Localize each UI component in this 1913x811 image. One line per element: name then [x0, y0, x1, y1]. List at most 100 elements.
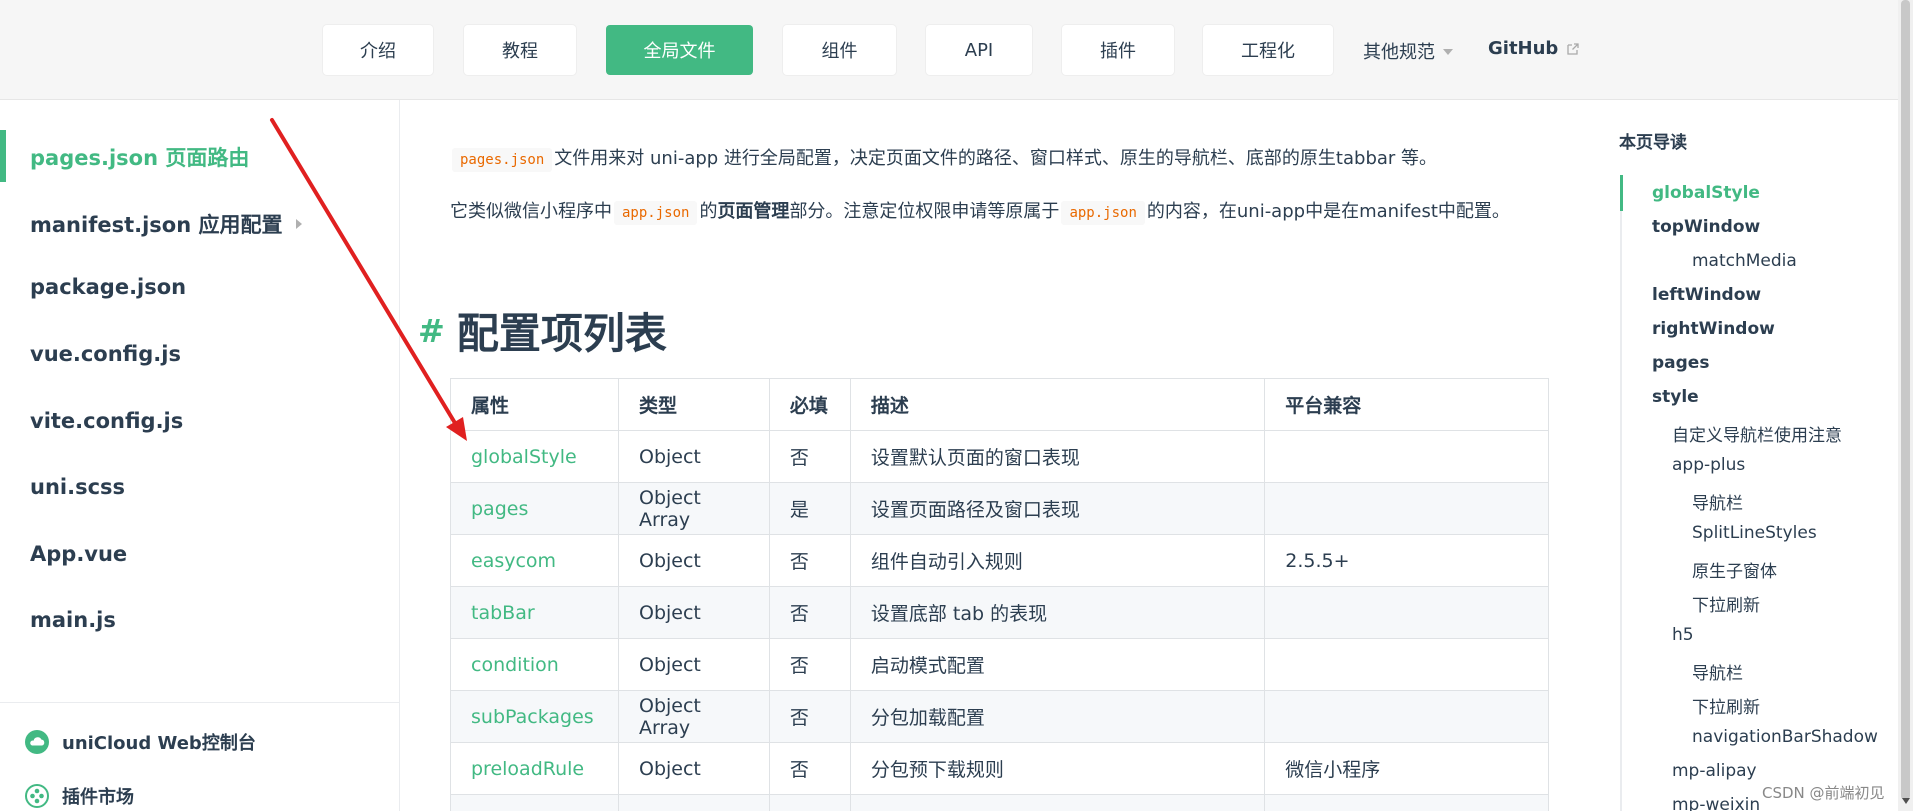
sidebar-item-label: package.json: [30, 275, 187, 299]
intro-paragraph-2: 它类似微信小程序中 app.json 的页面管理部分。注意定位权限申请等原属于 app…: [450, 195, 1575, 230]
table-cell: 微信小程序: [1264, 742, 1549, 795]
nav-item-intro[interactable]: 介绍: [323, 25, 433, 75]
toc-item-app-plus-navbar[interactable]: 导航栏: [1692, 489, 1743, 514]
sidebar-item-manifest-json[interactable]: manifest.json 应用配置: [30, 209, 303, 239]
sidebar-link-plugin-market[interactable]: 插件市场: [24, 783, 134, 809]
table-cell: 分包预下载规则: [849, 742, 1266, 795]
table-row: condition Object 否 启动模式配置: [450, 638, 1549, 691]
sidebar-item-pages-json[interactable]: pages.json 页面路由: [30, 142, 249, 172]
left-sidebar: pages.json 页面路由 manifest.json 应用配置 packa…: [0, 100, 400, 811]
sidebar-item-app-vue[interactable]: App.vue: [30, 542, 127, 566]
sidebar-item-uni-scss[interactable]: uni.scss: [30, 475, 125, 499]
sidebar-item-vite-config[interactable]: vite.config.js: [30, 409, 183, 433]
toc-item-pages[interactable]: pages: [1652, 353, 1709, 373]
toc-item-topwindow[interactable]: topWindow: [1652, 217, 1760, 237]
sidebar-item-label: vue.config.js: [30, 342, 181, 366]
table-cell: 否: [768, 586, 851, 639]
table-cell: [1264, 690, 1549, 743]
toc-item-mp-alipay[interactable]: mp-alipay: [1672, 761, 1757, 781]
chevron-down-icon: [1443, 49, 1453, 55]
attribute-link[interactable]: easycom: [450, 534, 619, 587]
sidebar-item-label: manifest.json 应用配置: [30, 213, 283, 237]
sidebar-divider: [0, 702, 399, 703]
attribute-link[interactable]: globalStyle: [450, 430, 619, 483]
paragraph-text: 的内容，在uni-app中是在manifest中配置。: [1146, 201, 1510, 222]
plugin-market-icon: [25, 784, 49, 808]
heading-anchor-link[interactable]: #: [418, 312, 445, 350]
sidebar-item-label: uni.scss: [30, 475, 126, 499]
table-row: easycom Object 否 组件自动引入规则 2.5.5+: [450, 534, 1549, 587]
toc-item-matchmedia[interactable]: matchMedia: [1692, 251, 1797, 271]
sidebar-item-main-js[interactable]: main.js: [30, 608, 116, 632]
table-cell: [849, 794, 1266, 811]
table-cell: [1264, 430, 1549, 483]
attribute-link[interactable]: preloadRule: [450, 742, 619, 795]
table-cell: 否: [768, 638, 851, 691]
nav-item-tutorial[interactable]: 教程: [464, 25, 576, 75]
table-cell: Object: [617, 430, 770, 483]
nav-item-more-specs[interactable]: 其他规范: [1363, 38, 1453, 64]
toc-item-mp-weixin[interactable]: mp-weixin: [1672, 795, 1760, 811]
table-cell: Object Array: [617, 690, 770, 743]
attribute-link[interactable]: pages: [450, 482, 619, 535]
table-cell: 是: [768, 482, 851, 535]
table-cell: [1264, 794, 1549, 811]
table-cell: [617, 794, 770, 811]
table-cell: 分包加载配置: [849, 690, 1266, 743]
sidebar-item-label: vite.config.js: [30, 409, 184, 433]
intro-paragraph-1: pages.json 文件用来对 uni-app 进行全局配置，决定页面文件的路径…: [450, 142, 1575, 177]
table-cell: 否: [768, 742, 851, 795]
toc-item-rightwindow[interactable]: rightWindow: [1652, 319, 1775, 339]
toc-item-app-plus-pull-refresh[interactable]: 下拉刷新: [1692, 591, 1760, 616]
nav-item-api[interactable]: API: [926, 25, 1032, 75]
external-link-icon: [1567, 42, 1579, 55]
attribute-link[interactable]: subPackages: [450, 690, 619, 743]
paragraph-text: 的: [699, 201, 718, 222]
nav-item-plugins[interactable]: 插件: [1062, 25, 1174, 75]
sidebar-item-package-json[interactable]: package.json: [30, 275, 186, 299]
toc-item-h5-navbar[interactable]: 导航栏: [1692, 659, 1743, 684]
nav-item-components[interactable]: 组件: [783, 25, 896, 75]
table-cell: 否: [768, 534, 851, 587]
toc-item-globalstyle[interactable]: globalStyle: [1652, 183, 1760, 203]
page-scrollbar[interactable]: [1898, 0, 1913, 811]
table-cell: 启动模式配置: [849, 638, 1266, 691]
toc-item-h5[interactable]: h5: [1672, 625, 1694, 645]
toc-item-app-plus[interactable]: app-plus: [1672, 455, 1745, 475]
sidebar-item-label: main.js: [30, 608, 116, 632]
nav-item-engineering[interactable]: 工程化: [1203, 25, 1333, 75]
cloud-icon: [25, 730, 49, 754]
scrollbar-thumb[interactable]: [1901, 0, 1910, 800]
table-cell: Object: [617, 534, 770, 587]
toc-item-navigationbarshadow[interactable]: navigationBarShadow: [1692, 727, 1878, 747]
table-cell: [1264, 638, 1549, 691]
inline-code: app.json: [614, 201, 698, 225]
nav-item-github[interactable]: GitHub: [1488, 38, 1580, 59]
toc-item-custom-navbar-notes[interactable]: 自定义导航栏使用注意: [1672, 421, 1842, 446]
table-cell: Object: [617, 586, 770, 639]
toc-item-splitlinestyles[interactable]: SplitLineStyles: [1692, 523, 1817, 543]
nav-item-global-files[interactable]: 全局文件: [606, 25, 753, 75]
attribute-link[interactable]: tabBar: [450, 586, 619, 639]
config-table: 属性 类型 必填 描述 平台兼容 globalStyle Object 否 设置…: [450, 378, 1549, 811]
toc-item-native-subwindow[interactable]: 原生子窗体: [1692, 557, 1777, 582]
sidebar-link-unicloud[interactable]: uniCloud Web控制台: [24, 729, 256, 755]
table-cell: [768, 794, 851, 811]
table-cell: 2.5.5+: [1264, 534, 1549, 587]
table-header-cell: 属性: [450, 378, 619, 431]
paragraph-text: 文件用来对 uni-app 进行全局配置，决定页面文件的路径、窗口样式、原生的导…: [554, 148, 1438, 169]
table-cell: Object: [617, 742, 770, 795]
attribute-link[interactable]: condition: [450, 638, 619, 691]
sidebar-link-label: 插件市场: [62, 787, 134, 808]
scroll-down-arrow-icon[interactable]: [1902, 798, 1910, 804]
toc-item-style[interactable]: style: [1652, 387, 1699, 407]
sidebar-item-vue-config[interactable]: vue.config.js: [30, 342, 181, 366]
table-cell: [1264, 482, 1549, 535]
table-row: pages Object Array 是 设置页面路径及窗口表现: [450, 482, 1549, 535]
table-row: subPackages Object Array 否 分包加载配置: [450, 690, 1549, 743]
table-row: [450, 794, 1549, 811]
sidebar-link-label: uniCloud Web控制台: [62, 733, 256, 754]
table-cell: [1264, 586, 1549, 639]
toc-item-h5-pull-refresh[interactable]: 下拉刷新: [1692, 693, 1760, 718]
toc-item-leftwindow[interactable]: leftWindow: [1652, 285, 1761, 305]
